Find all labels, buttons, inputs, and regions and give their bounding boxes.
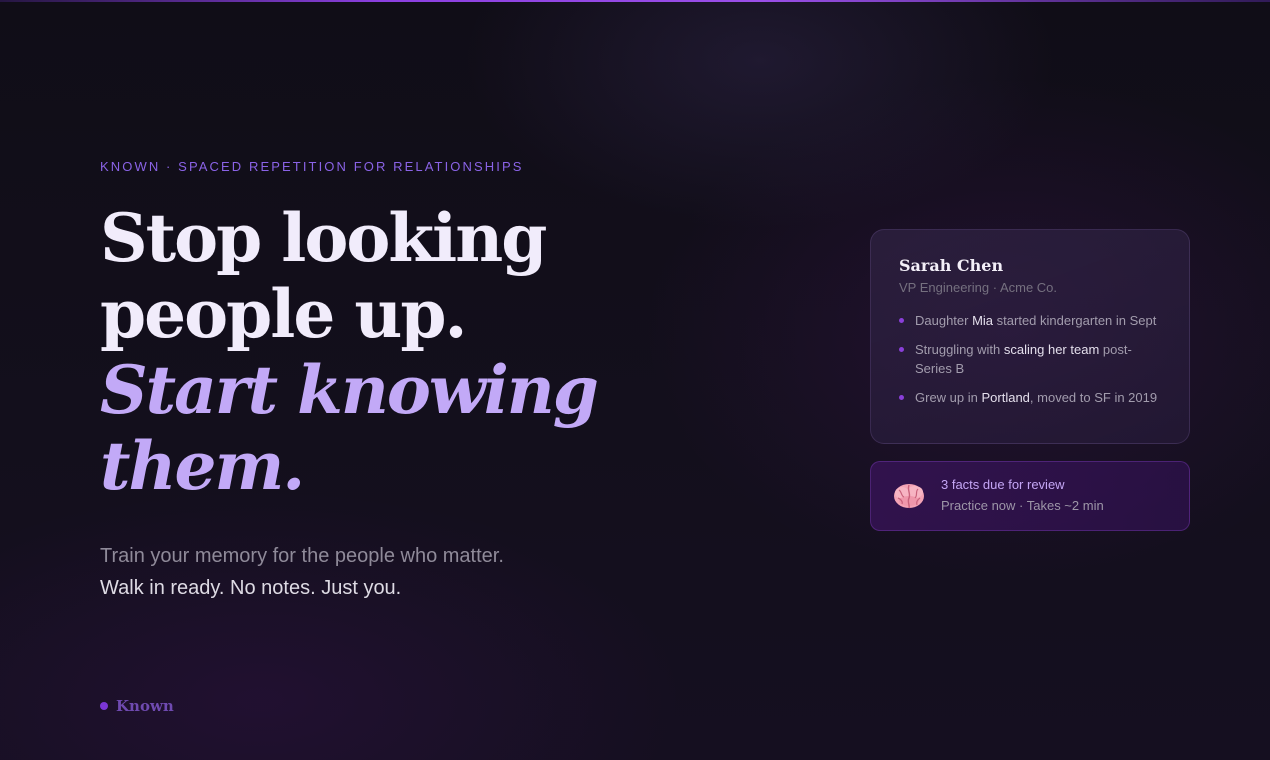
fact-highlight: Mia: [972, 313, 994, 328]
hero-headline: Stop looking people up. Start knowing th…: [100, 200, 660, 504]
hero-subtitle: Train your memory for the people who mat…: [100, 540, 504, 604]
fact-text: Grew up in: [915, 390, 982, 405]
review-title: 3 facts due for review: [941, 477, 1065, 492]
subtitle-line-1: Train your memory for the people who mat…: [100, 545, 504, 567]
fact-text: started kindergarten in Sept: [993, 313, 1157, 328]
review-text: 3 facts due for review Practice now · Ta…: [941, 475, 1104, 517]
brand-dot-icon: [100, 702, 108, 710]
eyebrow-tagline: KNOWN · SPACED REPETITION FOR RELATIONSH…: [100, 159, 524, 174]
fact-text: Daughter: [915, 313, 973, 328]
bullet-dot-icon: [899, 318, 904, 323]
fact-text: Struggling with: [915, 342, 1004, 357]
bullet-dot-icon: [899, 395, 904, 400]
fact-text: , moved to SF in 2019: [1029, 390, 1158, 405]
contact-name: Sarah Chen: [899, 256, 1004, 275]
bullet-dot-icon: [899, 347, 904, 352]
fact-item: Grew up in Portland, moved to SF in 2019: [899, 388, 1161, 407]
brand-name: Known: [116, 697, 174, 715]
contact-card: Sarah Chen VP Engineering · Acme Co. Dau…: [870, 229, 1190, 444]
headline-line-4: them.: [100, 427, 305, 505]
top-accent-line: [0, 0, 1270, 2]
facts-list: Daughter Mia started kindergarten in Sep…: [899, 311, 1161, 407]
fact-highlight: scaling her team: [1003, 342, 1100, 357]
headline-line-2: people up.: [100, 275, 467, 353]
fact-item: Daughter Mia started kindergarten in Sep…: [899, 311, 1161, 330]
fact-item: Struggling with scaling her team post-Se…: [899, 340, 1161, 378]
review-subtitle: Practice now · Takes ~2 min: [941, 498, 1104, 513]
headline-line-1: Stop looking: [100, 199, 547, 277]
subtitle-line-2: Walk in ready. No notes. Just you.: [100, 577, 402, 599]
brand-footer[interactable]: Known: [100, 697, 174, 715]
brain-icon: [894, 484, 924, 509]
headline-line-3: Start knowing: [100, 351, 599, 429]
review-banner[interactable]: 3 facts due for review Practice now · Ta…: [870, 461, 1190, 531]
contact-role: VP Engineering · Acme Co.: [899, 280, 1058, 295]
fact-highlight: Portland: [981, 390, 1030, 405]
